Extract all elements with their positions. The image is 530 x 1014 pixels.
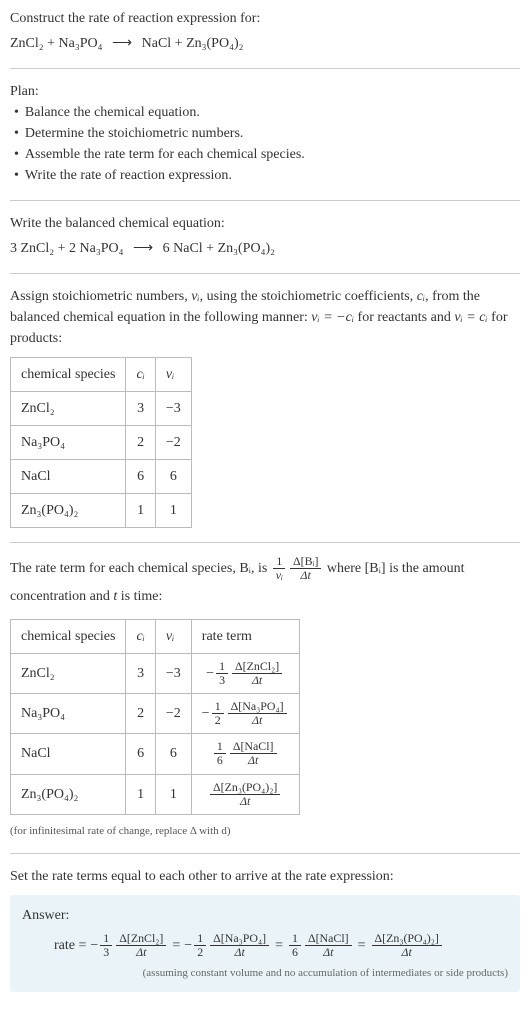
plan-item: Assemble the rate term for each chemical… <box>14 144 520 165</box>
divider <box>10 68 520 69</box>
divider <box>10 200 520 201</box>
answer-box: Answer: rate = − 13 Δ[ZnCl₂]Δt = − 12 Δ[… <box>10 895 520 992</box>
balanced-equation: 3 ZnCl₂ + 2 Na₃PO₄ ⟶ 6 NaCl + Zn₃(PO₄)₂ <box>10 238 520 259</box>
reaction-arrow: ⟶ <box>127 241 159 256</box>
table-header-row: chemical species cᵢ νᵢ <box>11 358 192 392</box>
table-header: νᵢ <box>155 620 191 654</box>
rate-term-intro: The rate term for each chemical species,… <box>10 555 520 611</box>
table-row: Zn₃(PO₄)₂ 1 1 Δ[Zn₃(PO₄)₂]Δt <box>11 774 300 814</box>
question-block: Construct the rate of reaction expressio… <box>10 8 520 54</box>
plan-item: Write the rate of reaction expression. <box>14 165 520 186</box>
final-block: Set the rate terms equal to each other t… <box>10 866 520 992</box>
table-row: Zn₃(PO₄)₂ 1 1 <box>11 494 192 528</box>
table-row: ZnCl₂ 3 −3 − 13 Δ[ZnCl₂]Δt <box>11 654 300 694</box>
rate-term-table: chemical species cᵢ νᵢ rate term ZnCl₂ 3… <box>10 619 300 815</box>
rate-term-cell: 16 Δ[NaCl]Δt <box>191 734 299 774</box>
rate-term-formula: 1 νᵢ Δ[Bᵢ] Δt <box>271 555 324 582</box>
table-header: νᵢ <box>155 358 191 392</box>
equation-rhs: 6 NaCl + Zn₃(PO₄)₂ <box>163 241 275 256</box>
plan-list: Balance the chemical equation. Determine… <box>10 102 520 186</box>
plan-item: Determine the stoichiometric numbers. <box>14 123 520 144</box>
stoich-text: Assign stoichiometric numbers, νᵢ, using… <box>10 286 520 349</box>
table-row: NaCl 6 6 16 Δ[NaCl]Δt <box>11 734 300 774</box>
plan-item: Balance the chemical equation. <box>14 102 520 123</box>
stoich-block: Assign stoichiometric numbers, νᵢ, using… <box>10 286 520 528</box>
final-title: Set the rate terms equal to each other t… <box>10 866 520 887</box>
reaction-arrow: ⟶ <box>106 36 138 51</box>
table-header: rate term <box>191 620 299 654</box>
divider <box>10 273 520 274</box>
table-header: cᵢ <box>126 620 155 654</box>
question-title: Construct the rate of reaction expressio… <box>10 8 520 29</box>
plan-block: Plan: Balance the chemical equation. Det… <box>10 81 520 186</box>
plan-title: Plan: <box>10 81 520 102</box>
table-note: (for infinitesimal rate of change, repla… <box>10 823 520 840</box>
unbalanced-equation: ZnCl₂ + Na₃PO₄ ⟶ NaCl + Zn₃(PO₄)₂ <box>10 33 520 54</box>
rate-term-block: The rate term for each chemical species,… <box>10 555 520 839</box>
divider <box>10 542 520 543</box>
rate-term-cell: − 12 Δ[Na₃PO₄]Δt <box>191 694 299 734</box>
balanced-block: Write the balanced chemical equation: 3 … <box>10 213 520 259</box>
table-row: NaCl 6 6 <box>11 460 192 494</box>
table-header: chemical species <box>11 620 126 654</box>
table-header: chemical species <box>11 358 126 392</box>
equation-rhs: NaCl + Zn₃(PO₄)₂ <box>142 36 244 51</box>
stoich-table: chemical species cᵢ νᵢ ZnCl₂ 3 −3 Na₃PO₄… <box>10 357 192 528</box>
equation-lhs: ZnCl₂ + Na₃PO₄ <box>10 36 103 51</box>
rate-expression: rate = − 13 Δ[ZnCl₂]Δt = − 12 Δ[Na₃PO₄]Δ… <box>22 932 508 959</box>
table-row: ZnCl₂ 3 −3 <box>11 392 192 426</box>
table-header: cᵢ <box>126 358 155 392</box>
rate-term-cell: Δ[Zn₃(PO₄)₂]Δt <box>191 774 299 814</box>
rate-term-cell: − 13 Δ[ZnCl₂]Δt <box>191 654 299 694</box>
answer-note: (assuming constant volume and no accumul… <box>22 965 508 982</box>
divider <box>10 853 520 854</box>
equation-lhs: 3 ZnCl₂ + 2 Na₃PO₄ <box>10 241 124 256</box>
answer-label: Answer: <box>22 905 508 926</box>
balanced-title: Write the balanced chemical equation: <box>10 213 520 234</box>
table-row: Na₃PO₄ 2 −2 − 12 Δ[Na₃PO₄]Δt <box>11 694 300 734</box>
table-header-row: chemical species cᵢ νᵢ rate term <box>11 620 300 654</box>
table-row: Na₃PO₄ 2 −2 <box>11 426 192 460</box>
